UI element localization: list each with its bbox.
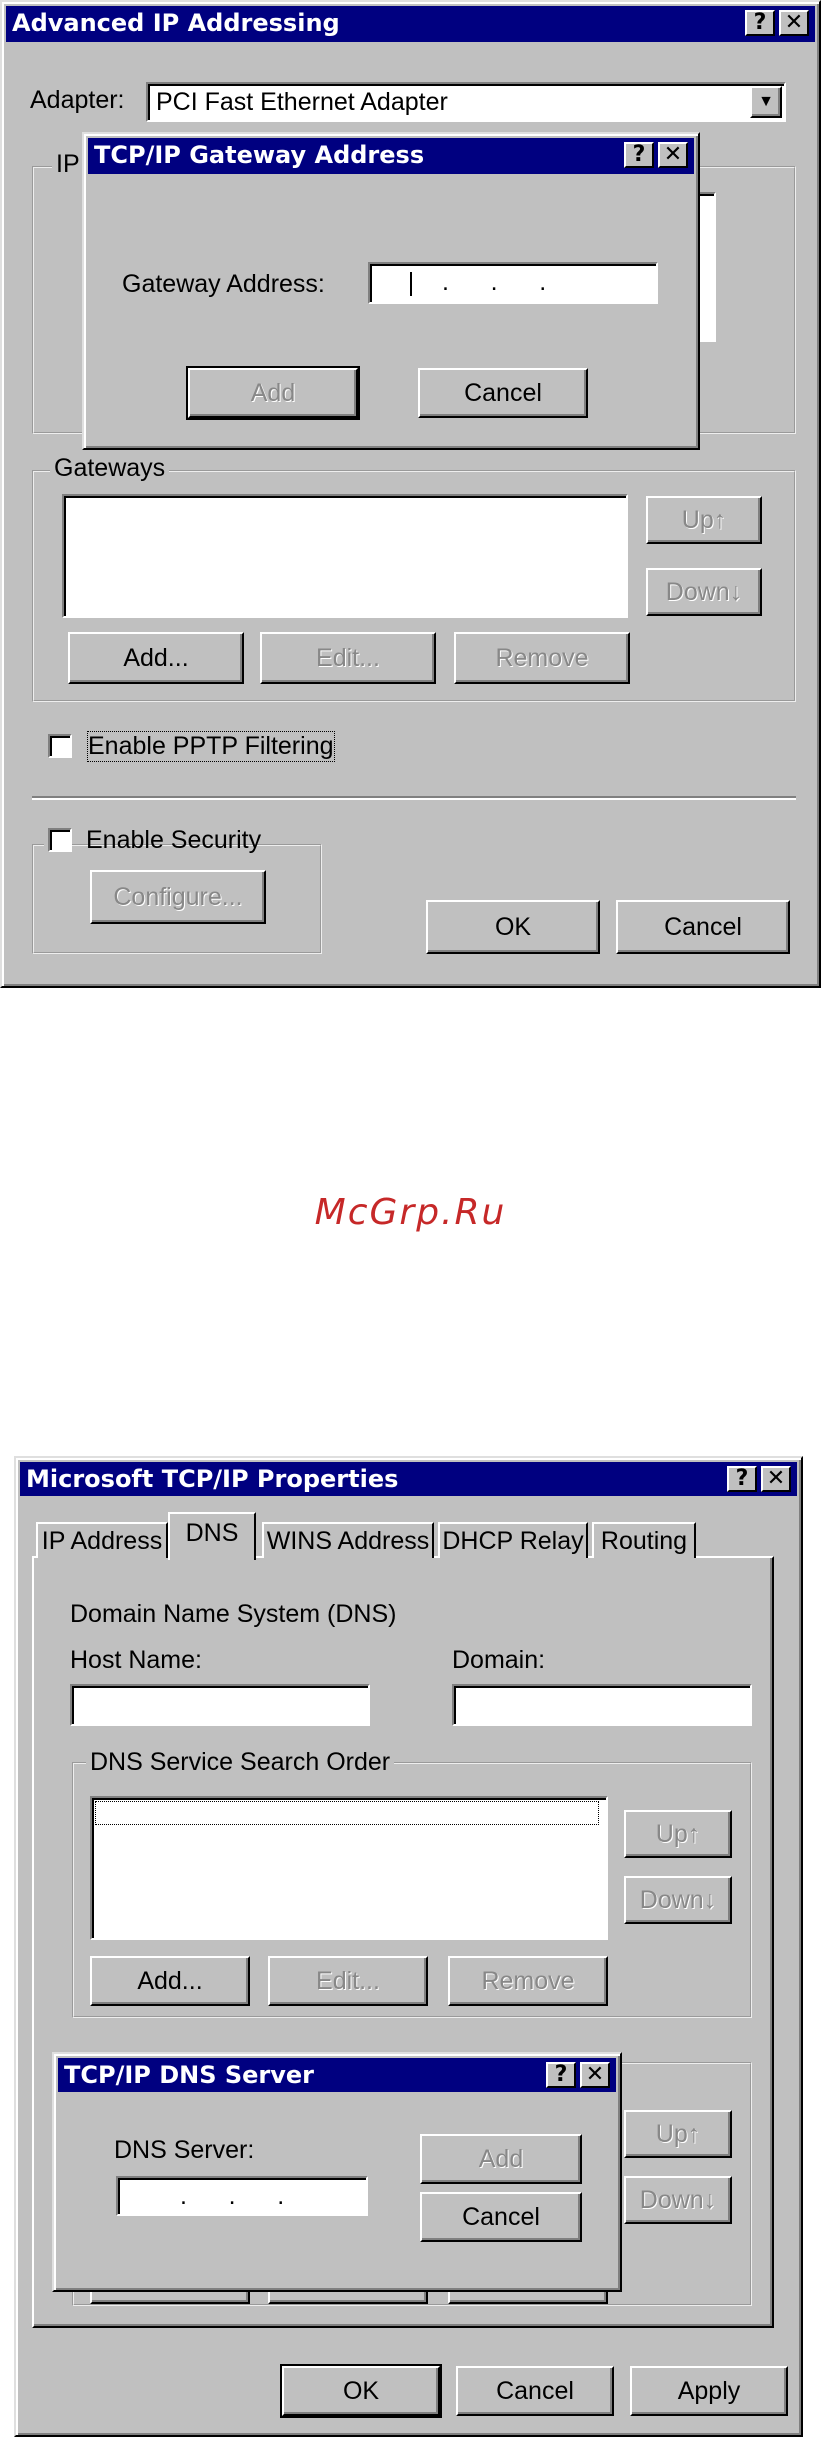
close-button[interactable]: ✕ — [761, 1466, 791, 1492]
dialog-cancel-button[interactable]: Cancel — [418, 368, 588, 418]
selected-list-row — [95, 1801, 599, 1825]
gateway-address-label: Gateway Address: — [122, 270, 325, 298]
dns-heading: Domain Name System (DNS) — [70, 1600, 397, 1628]
divider — [32, 796, 796, 800]
gateway-down-button[interactable]: Down↓ — [646, 568, 762, 616]
gateways-list[interactable] — [62, 494, 628, 618]
window-title: Advanced IP Addressing — [12, 9, 340, 37]
dns-down-button[interactable]: Down↓ — [624, 1876, 732, 1924]
host-name-input[interactable] — [70, 1684, 370, 1726]
domain-input[interactable] — [452, 1684, 752, 1726]
adapter-label: Adapter: — [30, 86, 125, 114]
title-bar: Microsoft TCP/IP Properties ? ✕ — [20, 1462, 797, 1496]
security-checkbox[interactable] — [48, 828, 72, 852]
dialog-cancel-button[interactable]: Cancel — [420, 2192, 582, 2242]
tab-routing[interactable]: Routing — [592, 1522, 696, 1558]
help-button[interactable]: ? — [624, 142, 654, 168]
dns-server-label: DNS Server: — [114, 2136, 255, 2164]
dns-up-button[interactable]: Up↑ — [624, 1810, 732, 1858]
close-button[interactable]: ✕ — [658, 142, 688, 168]
dns-server-input[interactable]: . . . — [116, 2176, 368, 2216]
ip-group-label: IP — [52, 150, 84, 179]
dns-order-label: DNS Service Search Order — [86, 1748, 395, 1777]
dns-edit-button[interactable]: Edit... — [268, 1956, 428, 2006]
dns-server-dialog: TCP/IP DNS Server ? ✕ DNS Server: . . . … — [52, 2052, 622, 2292]
security-label[interactable]: Enable Security — [86, 826, 261, 855]
dialog-add-button[interactable]: Add — [186, 366, 360, 420]
gateway-edit-button[interactable]: Edit... — [260, 632, 436, 684]
ip-separators: . . . — [442, 268, 547, 296]
suffix-up-button[interactable]: Up↑ — [624, 2110, 732, 2158]
tab-dns[interactable]: DNS — [168, 1512, 256, 1560]
tab-ip-address[interactable]: IP Address — [36, 1522, 168, 1558]
text-cursor — [410, 272, 412, 296]
apply-button[interactable]: Apply — [630, 2366, 788, 2416]
watermark: McGrp.Ru — [314, 1192, 507, 1233]
pptp-checkbox[interactable] — [48, 734, 72, 758]
dns-add-button[interactable]: Add... — [90, 1956, 250, 2006]
cancel-button[interactable]: Cancel — [456, 2366, 614, 2416]
dialog-title-bar: TCP/IP DNS Server ? ✕ — [58, 2058, 616, 2092]
dns-server-list[interactable] — [90, 1796, 608, 1940]
gateways-label: Gateways — [50, 454, 170, 483]
security-header: Enable Security — [44, 826, 261, 858]
host-name-label: Host Name: — [70, 1646, 202, 1674]
gateway-address-dialog: TCP/IP Gateway Address ? ✕ Gateway Addre… — [82, 132, 700, 450]
ok-button[interactable]: OK — [280, 2364, 442, 2418]
gateway-remove-button[interactable]: Remove — [454, 632, 630, 684]
help-button[interactable]: ? — [727, 1466, 757, 1492]
dialog-title: TCP/IP Gateway Address — [94, 141, 425, 169]
gateway-add-button[interactable]: Add... — [68, 632, 244, 684]
dialog-add-button[interactable]: Add — [420, 2134, 582, 2184]
help-button[interactable]: ? — [546, 2062, 576, 2088]
gateway-address-input[interactable]: . . . — [368, 262, 658, 304]
chevron-down-icon[interactable]: ▼ — [750, 86, 782, 118]
tab-dhcp-relay[interactable]: DHCP Relay — [438, 1522, 588, 1558]
dialog-title: TCP/IP DNS Server — [64, 2061, 315, 2089]
domain-label: Domain: — [452, 1646, 546, 1674]
close-button[interactable]: ✕ — [580, 2062, 610, 2088]
pptp-label[interactable]: Enable PPTP Filtering — [87, 731, 335, 762]
cancel-button[interactable]: Cancel — [616, 900, 790, 954]
window-title: Microsoft TCP/IP Properties — [26, 1465, 399, 1493]
gateway-up-button[interactable]: Up↑ — [646, 496, 762, 544]
close-button[interactable]: ✕ — [779, 10, 809, 36]
title-bar: Advanced IP Addressing ? ✕ — [6, 6, 815, 42]
ok-button[interactable]: OK — [426, 900, 600, 954]
dns-remove-button[interactable]: Remove — [448, 1956, 608, 2006]
adapter-select[interactable]: PCI Fast Ethernet Adapter ▼ — [146, 82, 786, 122]
dialog-title-bar: TCP/IP Gateway Address ? ✕ — [88, 138, 694, 174]
tab-wins-address[interactable]: WINS Address — [262, 1522, 434, 1558]
ip-separators: . . . — [180, 2182, 285, 2210]
suffix-down-button[interactable]: Down↓ — [624, 2176, 732, 2224]
adapter-value: PCI Fast Ethernet Adapter — [156, 88, 448, 116]
configure-button[interactable]: Configure... — [90, 870, 266, 924]
help-button[interactable]: ? — [745, 10, 775, 36]
